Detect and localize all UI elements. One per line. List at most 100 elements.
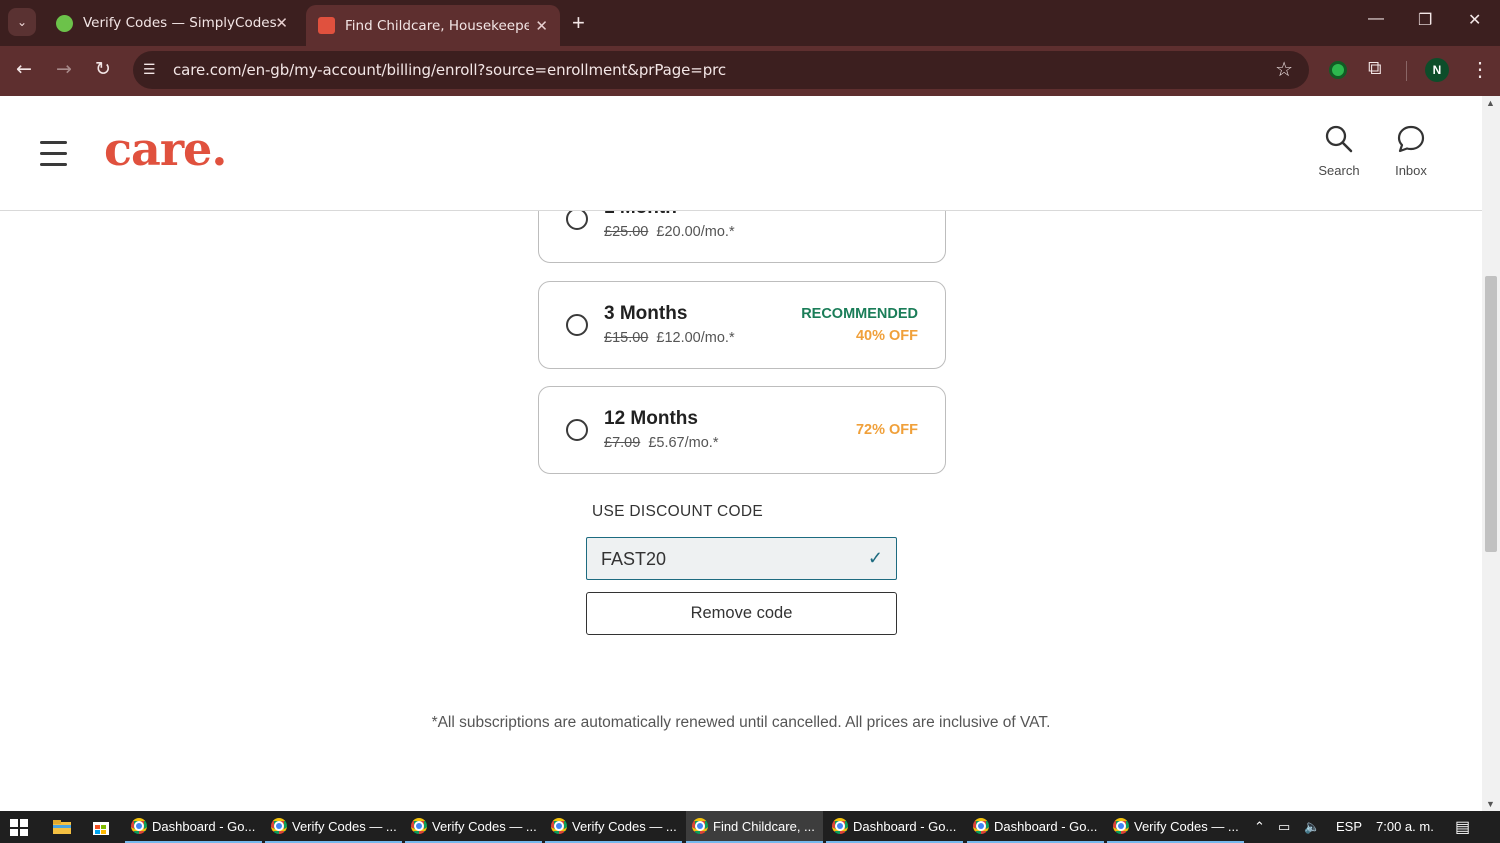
discount-code-label: USE DISCOUNT CODE	[592, 503, 764, 520]
taskbar-item-label: Dashboard - Go...	[152, 818, 256, 834]
volume-icon[interactable]: 🔈	[1304, 819, 1320, 835]
browser-toolbar: ← → ↻ ☰ care.com/en-gb/my-account/billin…	[0, 46, 1500, 96]
windows-taskbar: Dashboard - Go... Verify Codes — ... Ver…	[0, 811, 1500, 843]
plan-current-price: £5.67/mo.*	[648, 435, 719, 451]
taskbar-item[interactable]: Verify Codes — ...	[265, 811, 402, 843]
discount-code-value: FAST20	[601, 549, 667, 569]
tray-chevron-up-icon[interactable]: ⌃	[1254, 819, 1265, 835]
clock[interactable]: 7:00 a. m.	[1376, 819, 1434, 834]
page-content: care. Search Inbox 1 Month £25.00 £20.00…	[0, 96, 1482, 811]
browser-menu-icon[interactable]: ⋮	[1470, 57, 1490, 82]
discount-code-input[interactable]: FAST20 ✓	[586, 537, 897, 580]
plan-old-price: £25.00	[604, 224, 649, 240]
plan-price: £25.00 £20.00/mo.*	[604, 224, 735, 240]
page-scrollbar[interactable]: ▲ ▼	[1482, 96, 1500, 811]
plan-current-price: £20.00/mo.*	[656, 224, 735, 240]
close-tab-icon[interactable]: ✕	[275, 14, 288, 32]
discount-badge: 72% OFF	[855, 422, 918, 438]
inbox-label: Inbox	[1395, 163, 1427, 178]
plan-radio[interactable]	[566, 314, 588, 336]
network-icon[interactable]: ▭	[1278, 819, 1290, 835]
plan-name: 12 Months	[604, 408, 698, 429]
tab-find-childcare[interactable]: Find Childcare, Housekeepers & ✕	[306, 5, 560, 46]
store-icon[interactable]	[91, 817, 111, 837]
plan-radio[interactable]	[566, 208, 588, 230]
plan-old-price: £15.00	[604, 330, 649, 346]
chrome-icon	[271, 818, 287, 834]
close-window-button[interactable]: ✕	[1468, 10, 1481, 30]
search-icon	[1325, 125, 1353, 153]
search-label: Search	[1318, 163, 1360, 178]
taskbar-item[interactable]: Dashboard - Go...	[125, 811, 262, 843]
file-explorer-icon[interactable]	[52, 817, 72, 837]
taskbar-item-label: Dashboard - Go...	[994, 818, 1098, 834]
plan-name: 3 Months	[604, 303, 688, 324]
hamburger-menu-icon[interactable]	[40, 141, 67, 174]
recommended-badge: RECOMMENDED	[801, 306, 918, 322]
taskbar-item[interactable]: Verify Codes — ...	[1107, 811, 1244, 843]
taskbar-item-active[interactable]: Find Childcare, ...	[686, 811, 823, 843]
notifications-icon[interactable]: ▤	[1455, 817, 1470, 837]
chrome-icon	[551, 818, 567, 834]
scroll-up-arrow-icon[interactable]: ▲	[1486, 98, 1495, 108]
chrome-icon	[692, 818, 708, 834]
header-inbox-button[interactable]: Inbox	[1388, 124, 1434, 178]
tab-title: Verify Codes — SimplyCodes	[83, 15, 277, 31]
taskbar-item-label: Find Childcare, ...	[713, 818, 815, 834]
bookmark-star-icon[interactable]: ☆	[1275, 57, 1293, 82]
browser-tab-strip: ⌄ Verify Codes — SimplyCodes ✕ Find Chil…	[0, 0, 1500, 46]
extension-icon[interactable]	[1329, 61, 1347, 79]
site-header: care. Search Inbox	[0, 96, 1482, 211]
taskbar-item-label: Dashboard - Go...	[853, 818, 957, 834]
url-text: care.com/en-gb/my-account/billing/enroll…	[173, 61, 727, 79]
new-tab-button[interactable]: +	[572, 10, 585, 36]
restore-button[interactable]: ❐	[1418, 10, 1432, 30]
plan-price: £15.00 £12.00/mo.*	[604, 330, 735, 346]
toolbar-divider	[1406, 61, 1407, 81]
plan-option-3-months[interactable]: 3 Months £15.00 £12.00/mo.* RECOMMENDED …	[538, 281, 946, 369]
taskbar-item-label: Verify Codes — ...	[1134, 818, 1239, 834]
checkmark-icon: ✓	[867, 548, 883, 568]
site-info-icon[interactable]: ☰	[143, 61, 161, 79]
chrome-icon	[832, 818, 848, 834]
header-search-button[interactable]: Search	[1312, 124, 1366, 178]
reload-button[interactable]: ↻	[95, 58, 111, 80]
plan-option-12-months[interactable]: 12 Months £7.09 £5.67/mo.* 72% OFF	[538, 386, 946, 474]
remove-code-button[interactable]: Remove code	[586, 592, 897, 635]
discount-badge: 40% OFF	[855, 328, 918, 344]
back-button[interactable]: ←	[16, 58, 32, 80]
address-bar[interactable]: ☰ care.com/en-gb/my-account/billing/enro…	[133, 51, 1309, 89]
taskbar-item-label: Verify Codes — ...	[572, 818, 677, 834]
chrome-icon	[411, 818, 427, 834]
windows-start-icon[interactable]	[10, 819, 28, 836]
taskbar-item[interactable]: Verify Codes — ...	[545, 811, 682, 843]
disclaimer-text: *All subscriptions are automatically ren…	[431, 714, 1051, 731]
plan-price: £7.09 £5.67/mo.*	[604, 435, 718, 451]
minimize-button[interactable]: —	[1368, 10, 1384, 28]
chrome-icon	[1113, 818, 1129, 834]
scrollbar-thumb[interactable]	[1485, 276, 1497, 552]
care-logo[interactable]: care.	[104, 122, 227, 176]
tab-search-button[interactable]: ⌄	[8, 8, 36, 36]
scroll-down-arrow-icon[interactable]: ▼	[1486, 799, 1495, 809]
taskbar-item-label: Verify Codes — ...	[432, 818, 537, 834]
forward-button[interactable]: →	[56, 58, 72, 80]
language-indicator[interactable]: ESP	[1336, 819, 1362, 834]
tab-verify-codes[interactable]: Verify Codes — SimplyCodes ✕	[44, 6, 300, 40]
profile-avatar[interactable]: N	[1425, 58, 1449, 82]
care-favicon-icon	[318, 17, 335, 34]
close-tab-icon[interactable]: ✕	[535, 17, 548, 35]
plan-current-price: £12.00/mo.*	[656, 330, 735, 346]
taskbar-item[interactable]: Dashboard - Go...	[967, 811, 1104, 843]
simplycodes-favicon-icon	[56, 14, 73, 32]
chrome-icon	[131, 818, 147, 834]
chat-bubble-icon	[1397, 125, 1425, 153]
taskbar-item-label: Verify Codes — ...	[292, 818, 397, 834]
taskbar-item[interactable]: Dashboard - Go...	[826, 811, 963, 843]
plan-old-price: £7.09	[604, 435, 641, 451]
plan-radio[interactable]	[566, 419, 588, 441]
taskbar-item[interactable]: Verify Codes — ...	[405, 811, 542, 843]
chrome-icon	[973, 818, 989, 834]
extensions-puzzle-icon[interactable]: ⧉	[1368, 58, 1382, 80]
tab-title: Find Childcare, Housekeepers &	[345, 17, 529, 34]
